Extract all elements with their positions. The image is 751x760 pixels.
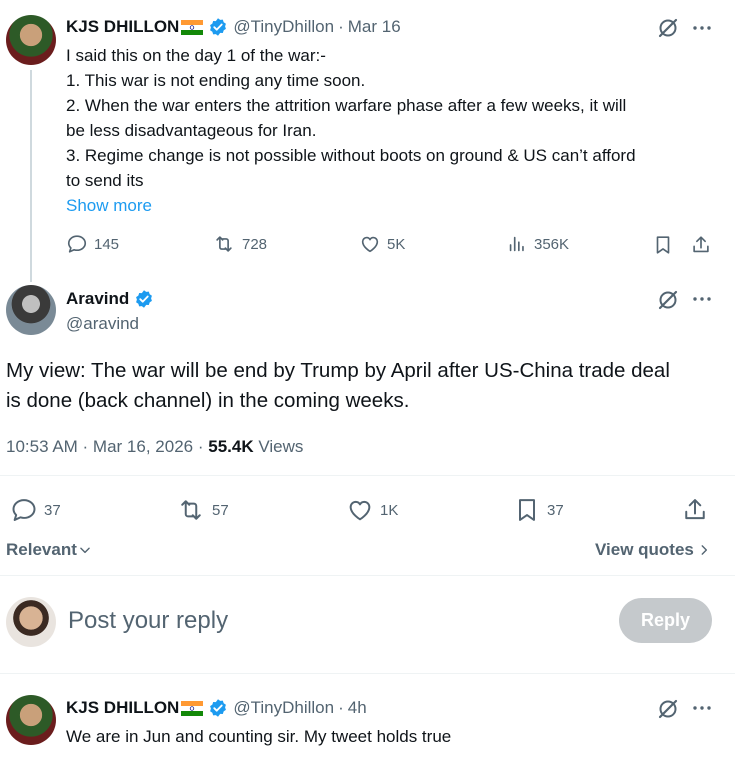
main-like-count: 1K <box>380 501 399 519</box>
parent-text-line: be less disadvantageous for Iran. <box>66 121 317 140</box>
main-reply-count: 37 <box>44 501 61 519</box>
main-author-name[interactable]: Aravind <box>66 289 129 309</box>
grok-icon[interactable] <box>656 16 680 40</box>
grok-icon[interactable] <box>656 288 680 312</box>
main-bookmark-count: 37 <box>547 501 564 519</box>
dot-separator: · <box>338 698 344 717</box>
parent-text-line: 2. When the war enters the attrition war… <box>66 96 627 115</box>
reply-input[interactable]: Post your reply <box>68 606 588 636</box>
sort-dropdown[interactable]: Relevant <box>6 540 92 560</box>
reply-time[interactable]: 4h <box>348 698 367 718</box>
parent-author-name[interactable]: KJS DHILLON <box>66 17 179 37</box>
india-flag-icon <box>181 700 204 716</box>
repost-icon <box>181 500 201 520</box>
main-tweet-text: My view: The war will be end by Trump by… <box>6 356 736 416</box>
parent-author-handle[interactable]: @TinyDhillon <box>233 17 334 37</box>
parent-text-line: 1. This war is not ending any time soon. <box>66 71 366 90</box>
reply-header: KJS DHILLON @TinyDhillon · 4h <box>66 697 367 719</box>
main-author-avatar[interactable] <box>6 285 56 335</box>
main-meta: 10:53 AM · Mar 16, 2026 · 55.4K Views <box>6 437 303 457</box>
main-views-label: Views <box>258 437 304 456</box>
verified-badge-icon <box>136 290 153 308</box>
main-views-count: 55.4K <box>208 437 254 456</box>
parent-like-action[interactable]: 5K <box>359 233 405 255</box>
parent-reply-action[interactable]: 145 <box>66 233 119 255</box>
share-icon[interactable] <box>690 234 712 256</box>
main-like-action[interactable]: 1K <box>346 496 398 524</box>
main-bookmark-action[interactable]: 37 <box>513 496 564 524</box>
verified-badge-icon <box>210 699 227 717</box>
reply-author-handle[interactable]: @TinyDhillon <box>233 698 334 718</box>
show-more-link[interactable]: Show more <box>66 193 152 218</box>
parent-time[interactable]: Mar 16 <box>348 17 401 37</box>
main-author-handle[interactable]: @aravind <box>66 314 139 334</box>
main-text-line: My view: The war will be end by Trump by… <box>6 359 670 382</box>
reply-tweet-text[interactable]: We are in Jun and counting sir. My tweet… <box>66 724 726 749</box>
parent-repost-action[interactable]: 728 <box>212 233 267 255</box>
more-icon[interactable] <box>690 287 714 311</box>
parent-text-line: to send its <box>66 171 144 190</box>
parent-header: KJS DHILLON @TinyDhillon · Mar 16 <box>66 16 401 38</box>
chevron-right-icon <box>701 545 707 555</box>
main-timestamp[interactable]: 10:53 AM · Mar 16, 2026 · <box>6 437 204 456</box>
parent-views-action[interactable]: 356K <box>506 233 569 255</box>
share-icon[interactable] <box>681 496 709 524</box>
view-quotes-label: View quotes <box>595 540 694 559</box>
verified-badge-icon <box>210 18 227 36</box>
parent-tweet-text[interactable]: I said this on the day 1 of the war:- 1.… <box>66 43 736 193</box>
main-text-line: is done (back channel) in the coming wee… <box>6 389 410 412</box>
chevron-down-icon <box>80 547 90 554</box>
bookmark-icon[interactable] <box>652 234 674 256</box>
parent-like-count: 5K <box>387 235 406 253</box>
main-reply-action[interactable]: 37 <box>10 496 61 524</box>
like-icon <box>349 500 371 521</box>
parent-text-line: I said this on the day 1 of the war:- <box>66 46 326 65</box>
grok-icon[interactable] <box>656 697 680 721</box>
views-icon <box>509 236 524 252</box>
current-user-avatar[interactable] <box>6 597 56 647</box>
divider <box>0 673 735 674</box>
main-repost-count: 57 <box>212 501 229 519</box>
more-icon[interactable] <box>690 16 714 40</box>
parent-author-avatar[interactable] <box>6 15 56 65</box>
reply-author-avatar[interactable] <box>6 695 56 745</box>
bookmark-icon <box>519 499 535 521</box>
view-quotes-link[interactable]: View quotes <box>595 540 711 560</box>
sort-label: Relevant <box>6 540 77 559</box>
reply-author-name[interactable]: KJS DHILLON <box>66 698 179 718</box>
repost-icon <box>216 236 232 252</box>
dot-separator: · <box>338 17 344 36</box>
thread-line <box>30 70 32 282</box>
reply-icon <box>67 235 87 253</box>
parent-views-count: 356K <box>534 235 570 253</box>
parent-text-line: 3. Regime change is not possible without… <box>66 146 636 165</box>
divider <box>0 475 735 476</box>
main-header: Aravind <box>66 288 154 310</box>
parent-reply-count: 145 <box>94 235 120 253</box>
reply-icon <box>12 499 36 521</box>
like-icon <box>361 236 379 253</box>
india-flag-icon <box>181 19 204 35</box>
divider <box>0 575 735 576</box>
reply-button[interactable]: Reply <box>619 598 712 643</box>
parent-repost-count: 728 <box>242 235 268 253</box>
more-icon[interactable] <box>690 696 714 720</box>
main-repost-action[interactable]: 57 <box>176 496 229 524</box>
